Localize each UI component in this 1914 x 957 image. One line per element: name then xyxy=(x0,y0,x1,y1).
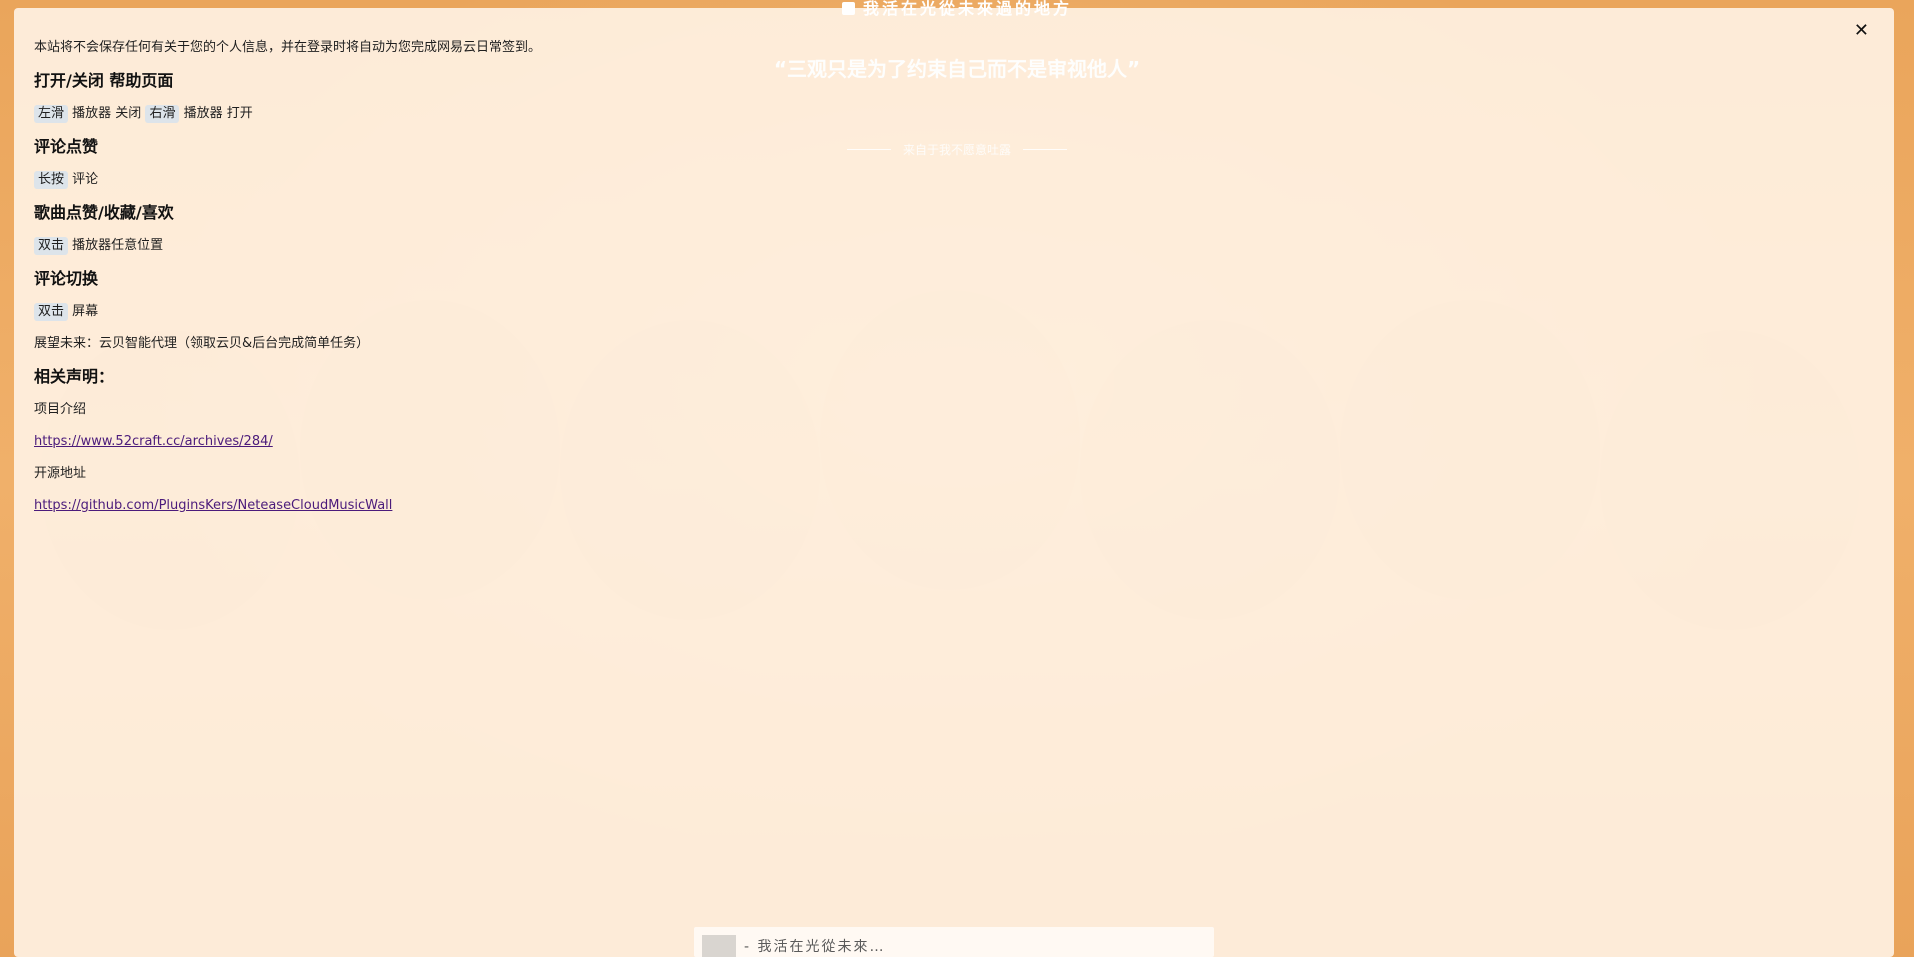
gesture-desc: 播放器任意位置 xyxy=(72,238,164,253)
source-code-link[interactable]: https://github.com/PluginsKers/NeteaseCl… xyxy=(34,497,392,515)
future-plans: 展望未来：云贝智能代理（领取云贝&后台完成简单任务） xyxy=(34,336,370,351)
gesture-desc: 播放器 打开 xyxy=(183,106,253,121)
gesture-key-long-press: 长按 xyxy=(34,171,69,189)
gesture-key-double-tap: 双击 xyxy=(34,237,69,255)
mini-player[interactable]: - 我活在光從未來… xyxy=(694,927,1214,957)
source-code-label: 开源地址 xyxy=(34,466,87,481)
project-intro-link[interactable]: https://www.52craft.cc/archives/284/ xyxy=(34,433,273,451)
quote-source-text: 来自于我不愿意吐露 xyxy=(902,143,1011,157)
divider-line xyxy=(1023,149,1067,150)
gesture-desc: 播放器 关闭 xyxy=(72,106,142,121)
quote-source: 来自于我不愿意吐露 xyxy=(0,141,1914,158)
close-button[interactable]: ✕ xyxy=(1854,22,1869,40)
gesture-row-song-like: 双击 播放器任意位置 xyxy=(34,237,1034,255)
gesture-key-swipe-right: 右滑 xyxy=(145,105,180,123)
quote-text: “三观只是为了约束自己而不是审视他人” xyxy=(773,57,1141,81)
help-content: 本站将不会保存任何有关于您的个人信息，并在登录时将自动为您完成网易云日常签到。 … xyxy=(34,39,1034,529)
music-note-icon xyxy=(841,2,855,15)
divider-line xyxy=(846,149,891,150)
gesture-key-double-tap: 双击 xyxy=(34,303,69,321)
project-intro-label: 项目介绍 xyxy=(34,402,87,417)
section-heading-comment-switch: 评论切换 xyxy=(34,269,99,288)
gesture-key-swipe-left: 左滑 xyxy=(34,105,69,123)
gesture-row-comment-like: 长按 评论 xyxy=(34,171,1034,189)
section-heading-statement: 相关声明： xyxy=(34,367,115,386)
gesture-row-toggle: 左滑 播放器 关闭 右滑 播放器 打开 xyxy=(34,105,1034,123)
now-playing-text: - 我活在光從未來… xyxy=(744,939,886,955)
gesture-desc: 屏幕 xyxy=(72,304,99,319)
gesture-row-comment-switch: 双击 屏幕 xyxy=(34,303,1034,321)
album-cover xyxy=(702,935,736,957)
song-title: 我活在光從未來過的地方 xyxy=(0,0,1914,18)
gesture-desc: 评论 xyxy=(72,172,99,187)
section-heading-song-like: 歌曲点赞/收藏/喜欢 xyxy=(34,203,174,222)
song-title-text: 我活在光從未來過的地方 xyxy=(862,0,1072,18)
